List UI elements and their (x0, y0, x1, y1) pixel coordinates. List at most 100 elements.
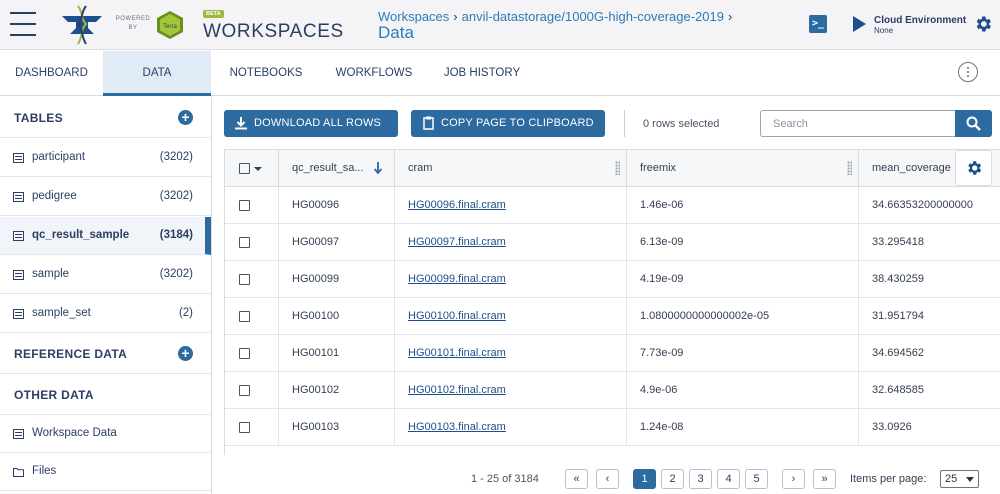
cram-file-link[interactable]: HG00097.final.cram (408, 236, 506, 248)
cell-mean-coverage: 34.66353200000000 (859, 187, 1000, 224)
download-all-rows-button[interactable]: DOWNLOAD ALL ROWS (224, 110, 398, 137)
sidebar-item-files[interactable]: Files (0, 453, 211, 491)
add-reference-plus-icon[interactable]: + (178, 346, 193, 361)
items-per-page-value: 25 (945, 473, 958, 485)
sidebar-item-table[interactable]: participant (3202) (0, 139, 211, 177)
data-table: qc_result_sa... cram freemix mean_covera… (224, 149, 1000, 455)
breadcrumb-workspace-link[interactable]: anvil-datastorage/1000G-high-coverage-20… (462, 9, 724, 24)
tab-notebooks[interactable]: NOTEBOOKS (216, 51, 316, 96)
cell-cram: HG00097.final.cram (395, 224, 627, 261)
tab-data[interactable]: DATA (103, 51, 211, 96)
beta-badge: BETA (203, 10, 224, 18)
column-resize-grip-icon[interactable] (615, 161, 620, 175)
column-settings-button[interactable] (955, 150, 992, 186)
page-button[interactable]: 1 (633, 469, 656, 489)
anvil-logo (62, 5, 102, 45)
row-select-cell (225, 372, 279, 409)
cell-value: 4.19e-09 (640, 273, 684, 285)
table-icon (13, 153, 24, 163)
column-header-cram[interactable]: cram (395, 150, 627, 187)
row-checkbox[interactable] (239, 274, 250, 285)
terminal-icon[interactable]: >_ (809, 15, 827, 33)
breadcrumb-workspaces-link[interactable]: Workspaces (378, 9, 449, 24)
page-button[interactable]: 5 (745, 469, 768, 489)
clipboard-icon (423, 116, 434, 130)
sidebar-item-table[interactable]: pedigree (3202) (0, 178, 211, 216)
sidebar-item-label: qc_result_sample (32, 229, 130, 241)
row-checkbox[interactable] (239, 311, 250, 322)
cell-value: HG00101 (292, 347, 340, 359)
row-checkbox[interactable] (239, 348, 250, 359)
cram-file-link[interactable]: HG00103.final.cram (408, 421, 506, 433)
tab-job-history[interactable]: JOB HISTORY (434, 51, 530, 96)
page-button[interactable]: 2 (661, 469, 684, 489)
last-page-button[interactable]: » (813, 469, 836, 489)
cell-value: 33.295418 (872, 236, 924, 248)
search-icon (966, 116, 981, 131)
cell-value: 32.648585 (872, 384, 924, 396)
breadcrumb: Workspaces › anvil-datastorage/1000G-high-… (378, 9, 736, 24)
powered-by-text: POWERED BY (113, 15, 153, 33)
cell-value: HG00096 (292, 199, 340, 211)
table-row: HG00097 HG00097.final.cram 6.13e-09 33.2954… (225, 224, 1000, 261)
column-header-qc-result-sample[interactable]: qc_result_sa... (279, 150, 395, 187)
tab-dashboard[interactable]: DASHBOARD (0, 51, 103, 96)
column-header-label: cram (408, 162, 433, 174)
table-icon (13, 309, 24, 319)
column-resize-grip-icon[interactable] (847, 161, 852, 175)
sidebar-item-table[interactable]: sample_set (2) (0, 295, 211, 333)
select-menu-chevron-down-icon[interactable] (254, 167, 262, 171)
row-select-cell (225, 187, 279, 224)
sidebar-item-count: (3202) (159, 190, 193, 202)
cell-freemix: 4.9e-06 (627, 372, 859, 409)
reference-data-section-header[interactable]: REFERENCE DATA + (0, 333, 211, 374)
cell-value: 1.46e-06 (640, 199, 684, 211)
cloud-settings-gear-icon[interactable] (973, 14, 993, 34)
search-input[interactable] (760, 110, 956, 137)
sidebar-item-table[interactable]: qc_result_sample (3184) (0, 217, 211, 255)
tab-workflows[interactable]: WORKFLOWS (324, 51, 424, 96)
hamburger-menu-icon[interactable] (10, 12, 36, 36)
page-button[interactable]: 3 (689, 469, 712, 489)
add-table-plus-icon[interactable]: + (178, 110, 193, 125)
row-select-cell (225, 224, 279, 261)
cram-file-link[interactable]: HG00096.final.cram (408, 199, 506, 211)
download-all-rows-label: DOWNLOAD ALL ROWS (254, 117, 382, 129)
next-page-button[interactable]: › (782, 469, 805, 489)
row-checkbox[interactable] (239, 200, 250, 211)
row-checkbox[interactable] (239, 237, 250, 248)
pagination-info: 1 - 25 of 3184 (471, 473, 539, 485)
page-button[interactable]: 4 (717, 469, 740, 489)
cram-file-link[interactable]: HG00102.final.cram (408, 384, 506, 396)
sidebar-item-table[interactable]: sample (3202) (0, 256, 211, 294)
cell-freemix: 1.46e-06 (627, 187, 859, 224)
copy-page-to-clipboard-button[interactable]: COPY PAGE TO CLIPBOARD (411, 110, 605, 137)
folder-icon (13, 468, 24, 477)
row-checkbox[interactable] (239, 422, 250, 433)
cell-value: 1.0800000000000002e-05 (640, 310, 770, 322)
select-all-checkbox[interactable] (239, 163, 250, 174)
items-per-page-select[interactable]: 25 (940, 470, 979, 488)
cell-value: 6.13e-09 (640, 236, 684, 248)
column-header-freemix[interactable]: freemix (627, 150, 859, 187)
cram-file-link[interactable]: HG00099.final.cram (408, 273, 506, 285)
tables-section-header[interactable]: TABLES + (0, 97, 211, 138)
row-select-cell (225, 409, 279, 446)
cram-file-link[interactable]: HG00101.final.cram (408, 347, 506, 359)
first-page-button[interactable]: « (565, 469, 588, 489)
cell-value: 4.9e-06 (640, 384, 678, 396)
powered-by-line2: BY (128, 25, 138, 31)
play-icon[interactable] (853, 16, 866, 32)
sort-descending-arrow-icon[interactable] (374, 162, 382, 174)
search-button[interactable] (955, 110, 992, 137)
cloud-environment-title[interactable]: Cloud Environment (874, 15, 966, 26)
cell-cram: HG00103.final.cram (395, 409, 627, 446)
previous-page-button[interactable]: ‹ (596, 469, 619, 489)
cell-value: 33.0926 (872, 421, 912, 433)
cell-value: 31.951794 (872, 310, 924, 322)
cram-file-link[interactable]: HG00100.final.cram (408, 310, 506, 322)
cell-cram: HG00102.final.cram (395, 372, 627, 409)
more-options-icon[interactable] (958, 62, 978, 82)
sidebar-item-workspace-data[interactable]: Workspace Data (0, 415, 211, 453)
row-checkbox[interactable] (239, 385, 250, 396)
